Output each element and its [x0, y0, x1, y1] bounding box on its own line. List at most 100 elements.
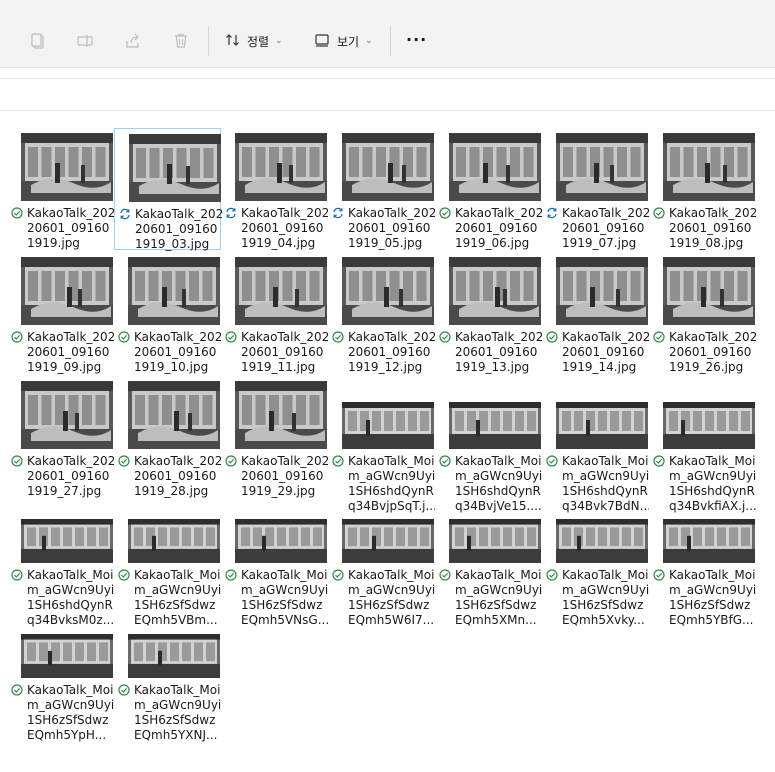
file-tile[interactable]: KakaoTalk_Moi m_aGWcn9Uyi 1SH6zSfSdwz EQmh5… — [114, 614, 221, 742]
image-thumbnail — [663, 402, 755, 449]
synced-check-icon — [11, 569, 23, 581]
synced-check-icon — [546, 569, 558, 581]
image-thumbnail — [21, 634, 113, 678]
file-name: KakaoTalk_202 20601_09160 1919_04.jpg — [221, 206, 328, 251]
copy-icon[interactable] — [27, 30, 49, 52]
file-tile[interactable]: KakaoTalk_Moi m_aGWcn9Uyi 1SH6shdQynR q34Bv… — [435, 376, 542, 513]
file-name-line: 20601_09160 — [241, 345, 324, 359]
view-label: 보기 — [337, 34, 360, 49]
file-tile[interactable]: KakaoTalk_202 20601_09160 1919_06.jpg — [435, 128, 542, 250]
file-name-line: 1SH6zSfSdwz — [562, 598, 644, 612]
file-name-line: KakaoTalk_202 — [348, 206, 435, 220]
file-tile[interactable]: KakaoTalk_202 20601_09160 1919.jpg — [7, 128, 114, 250]
file-tile[interactable]: KakaoTalk_Moi m_aGWcn9Uyi 1SH6shdQynR q34Bv… — [328, 376, 435, 513]
image-thumbnail — [128, 634, 220, 678]
more-options-button[interactable]: ··· — [406, 30, 427, 52]
file-tile[interactable]: KakaoTalk_Moi m_aGWcn9Uyi 1SH6zSfSdwz EQmh5… — [7, 614, 114, 742]
rename-icon[interactable] — [74, 30, 96, 52]
file-name-line: 1SH6zSfSdwz — [27, 713, 109, 727]
file-name-line: 1919_12.jpg — [348, 360, 423, 374]
sync-pending-icon — [332, 207, 344, 219]
file-name-line: KakaoTalk_202 — [27, 206, 114, 220]
file-name-line: 20601_09160 — [348, 221, 431, 235]
file-tile[interactable]: KakaoTalk_202 20601_09160 1919_13.jpg — [435, 252, 542, 374]
sort-button[interactable]: 정렬 ⌄ — [225, 30, 283, 52]
file-tile[interactable]: KakaoTalk_202 20601_09160 1919_28.jpg — [114, 376, 221, 498]
synced-check-icon — [332, 455, 344, 467]
view-icon — [315, 33, 329, 50]
file-name-line: EQmh5VNsG... — [241, 613, 328, 627]
file-name-line: 20601_09160 — [27, 221, 110, 235]
file-name-line: 1SH6zSfSdwz — [455, 598, 537, 612]
file-tile[interactable]: KakaoTalk_Moi m_aGWcn9Uyi 1SH6zSfSdwz EQmh5… — [328, 499, 435, 627]
file-tile[interactable]: KakaoTalk_Moi m_aGWcn9Uyi 1SH6shdQynR q34Bv… — [542, 376, 649, 513]
synced-check-icon — [118, 569, 130, 581]
file-name-line: KakaoTalk_Moi — [562, 568, 649, 582]
file-name-line: 1919_10.jpg — [134, 360, 209, 374]
file-name-line: 1SH6zSfSdwz — [241, 598, 323, 612]
image-thumbnail — [663, 519, 755, 563]
file-tile[interactable]: KakaoTalk_202 20601_09160 1919_08.jpg — [649, 128, 756, 250]
chevron-down-icon: ⌄ — [365, 36, 373, 46]
file-tile[interactable]: KakaoTalk_Moi m_aGWcn9Uyi 1SH6zSfSdwz EQmh5… — [114, 499, 221, 627]
file-tile[interactable]: KakaoTalk_Moi m_aGWcn9Uyi 1SH6shdQynR q34Bv… — [7, 499, 114, 627]
file-name-line: KakaoTalk_202 — [348, 330, 435, 344]
file-tile[interactable]: KakaoTalk_Moi m_aGWcn9Uyi 1SH6zSfSdwz EQmh5… — [542, 499, 649, 627]
file-name: KakaoTalk_202 20601_09160 1919_03.jpg — [115, 207, 222, 252]
synced-check-icon — [225, 569, 237, 581]
image-thumbnail — [128, 381, 220, 449]
file-tile[interactable]: KakaoTalk_202 20601_09160 1919_10.jpg — [114, 252, 221, 374]
file-tile[interactable]: KakaoTalk_202 20601_09160 1919_05.jpg — [328, 128, 435, 250]
file-tile[interactable]: KakaoTalk_202 20601_09160 1919_09.jpg — [7, 252, 114, 374]
file-name: KakaoTalk_202 20601_09160 1919_12.jpg — [328, 330, 435, 375]
view-button[interactable]: 보기 ⌄ — [315, 30, 373, 52]
file-tile[interactable]: KakaoTalk_Moi m_aGWcn9Uyi 1SH6shdQynR q34Bv… — [649, 376, 756, 513]
file-name: KakaoTalk_Moi m_aGWcn9Uyi 1SH6zSfSdwz EQmh5… — [649, 568, 756, 628]
file-name: KakaoTalk_202 20601_09160 1919_08.jpg — [649, 206, 756, 251]
file-name-line: 1919_27.jpg — [27, 484, 102, 498]
file-tile[interactable]: KakaoTalk_Moi m_aGWcn9Uyi 1SH6zSfSdwz EQmh5… — [221, 499, 328, 627]
image-thumbnail — [21, 257, 113, 325]
file-name-line: m_aGWcn9Uyi — [669, 469, 756, 483]
file-name-line: KakaoTalk_Moi — [27, 683, 114, 697]
address-band — [0, 78, 775, 111]
image-thumbnail — [21, 519, 113, 563]
synced-check-icon — [439, 331, 451, 343]
file-tile[interactable]: KakaoTalk_202 20601_09160 1919_12.jpg — [328, 252, 435, 374]
file-name-line: KakaoTalk_Moi — [348, 568, 435, 582]
file-name-line: KakaoTalk_202 — [241, 206, 328, 220]
file-tile[interactable]: KakaoTalk_Moi m_aGWcn9Uyi 1SH6zSfSdwz EQmh5… — [649, 499, 756, 627]
file-name-line: 1SH6zSfSdwz — [134, 598, 216, 612]
file-tile[interactable]: KakaoTalk_202 20601_09160 1919_11.jpg — [221, 252, 328, 374]
file-tile[interactable]: KakaoTalk_202 20601_09160 1919_27.jpg — [7, 376, 114, 498]
file-tile[interactable]: KakaoTalk_202 20601_09160 1919_07.jpg — [542, 128, 649, 250]
file-name: KakaoTalk_Moi m_aGWcn9Uyi 1SH6zSfSdwz EQmh5… — [221, 568, 328, 628]
delete-icon[interactable] — [170, 30, 192, 52]
file-name: KakaoTalk_202 20601_09160 1919_07.jpg — [542, 206, 649, 251]
file-name-line: 1919_11.jpg — [241, 360, 316, 374]
image-thumbnail — [235, 519, 327, 563]
file-name: KakaoTalk_Moi m_aGWcn9Uyi 1SH6zSfSdwz EQmh5… — [7, 683, 114, 743]
file-tile[interactable]: KakaoTalk_202 20601_09160 1919_14.jpg — [542, 252, 649, 374]
file-name-line: 1919.jpg — [27, 236, 80, 250]
synced-check-icon — [118, 331, 130, 343]
share-icon[interactable] — [122, 30, 144, 52]
file-name-line: m_aGWcn9Uyi — [348, 583, 435, 597]
file-name-line: m_aGWcn9Uyi — [134, 698, 221, 712]
file-tile[interactable]: KakaoTalk_202 20601_09160 1919_29.jpg — [221, 376, 328, 498]
file-name-line: 20601_09160 — [27, 345, 110, 359]
file-tile[interactable]: KakaoTalk_202 20601_09160 1919_26.jpg — [649, 252, 756, 374]
file-name-line: 1919_28.jpg — [134, 484, 209, 498]
file-name: KakaoTalk_202 20601_09160 1919_11.jpg — [221, 330, 328, 375]
file-name-line: m_aGWcn9Uyi — [27, 583, 114, 597]
file-name-line: 20601_09160 — [455, 345, 538, 359]
file-name-line: KakaoTalk_Moi — [455, 454, 542, 468]
file-name-line: 1919_29.jpg — [241, 484, 316, 498]
file-name-line: 20601_09160 — [134, 345, 217, 359]
file-name-line: EQmh5Xvky... — [562, 613, 645, 627]
file-name-line: KakaoTalk_202 — [27, 330, 114, 344]
file-tile[interactable]: KakaoTalk_Moi m_aGWcn9Uyi 1SH6zSfSdwz EQmh5… — [435, 499, 542, 627]
file-name-line: KakaoTalk_Moi — [241, 568, 328, 582]
file-tile[interactable]: KakaoTalk_202 20601_09160 1919_03.jpg — [114, 128, 222, 252]
file-tile[interactable]: KakaoTalk_202 20601_09160 1919_04.jpg — [221, 128, 328, 250]
